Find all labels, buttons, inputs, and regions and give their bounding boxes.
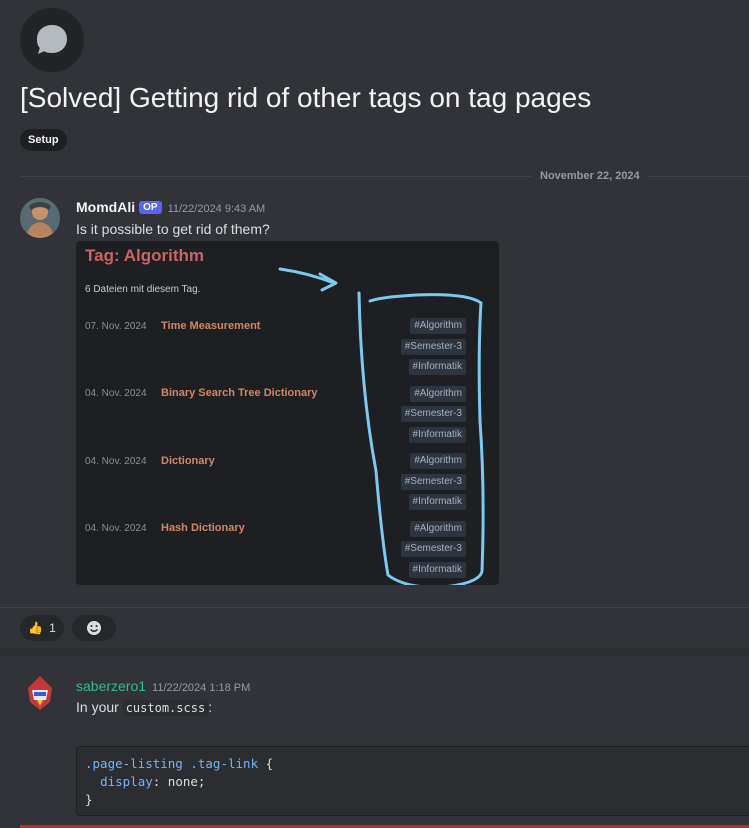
add-reaction-button[interactable]: [72, 615, 116, 641]
code-brace-open: {: [258, 756, 274, 771]
reaction-thumbs-up[interactable]: 👍 1: [20, 615, 64, 641]
smiley-icon: [87, 621, 101, 635]
message1-header: MomdAli OP 11/22/2024 9:43 AM: [76, 199, 265, 217]
code-line-2: display: none;: [85, 773, 747, 791]
attached-screenshot[interactable]: Tag: Algorithm 6 Dateien mit diesem Tag.…: [76, 241, 499, 585]
avatar-momdali[interactable]: [20, 198, 60, 238]
message2-header: saberzero1 11/22/2024 1:18 PM: [76, 678, 250, 696]
thread-icon: [20, 8, 84, 72]
chat-bubble-icon: [37, 25, 67, 54]
avatar-saberzero1[interactable]: [20, 674, 60, 714]
op-badge: OP: [139, 201, 162, 214]
message1-text: Is it possible to get rid of them?: [76, 221, 270, 237]
message2-text: In your custom.scss:: [76, 699, 213, 716]
message-separator: [0, 648, 749, 656]
annotation-circle: [357, 291, 485, 585]
message-timestamp: 11/22/2024 1:18 PM: [152, 682, 251, 694]
code-property: display: [100, 774, 153, 789]
author-saberzero1[interactable]: saberzero1: [76, 678, 146, 694]
code-line-3: }: [85, 792, 93, 807]
reaction-separator: [0, 607, 749, 608]
message-timestamp: 11/22/2024 9:43 AM: [167, 203, 266, 215]
reaction-count: 1: [49, 621, 56, 635]
thread-title: [Solved] Getting rid of other tags on ta…: [20, 82, 592, 113]
date-divider: November 22, 2024: [532, 169, 648, 183]
inline-code-filename: custom.scss: [122, 700, 209, 716]
thumbs-up-icon: 👍: [28, 621, 44, 635]
code-selector: .page-listing .tag-link: [85, 756, 259, 771]
tag-chip-setup[interactable]: Setup: [20, 129, 67, 151]
code-block[interactable]: .page-listing .tag-link { display: none;…: [76, 746, 749, 816]
code-line-1: .page-listing .tag-link {: [85, 755, 747, 773]
message2-prefix: In your: [76, 699, 119, 715]
message2-suffix: :: [208, 699, 213, 715]
author-momdali[interactable]: MomdAli: [76, 199, 135, 215]
annotation-markup: [278, 267, 485, 585]
code-value: : none;: [152, 774, 206, 789]
